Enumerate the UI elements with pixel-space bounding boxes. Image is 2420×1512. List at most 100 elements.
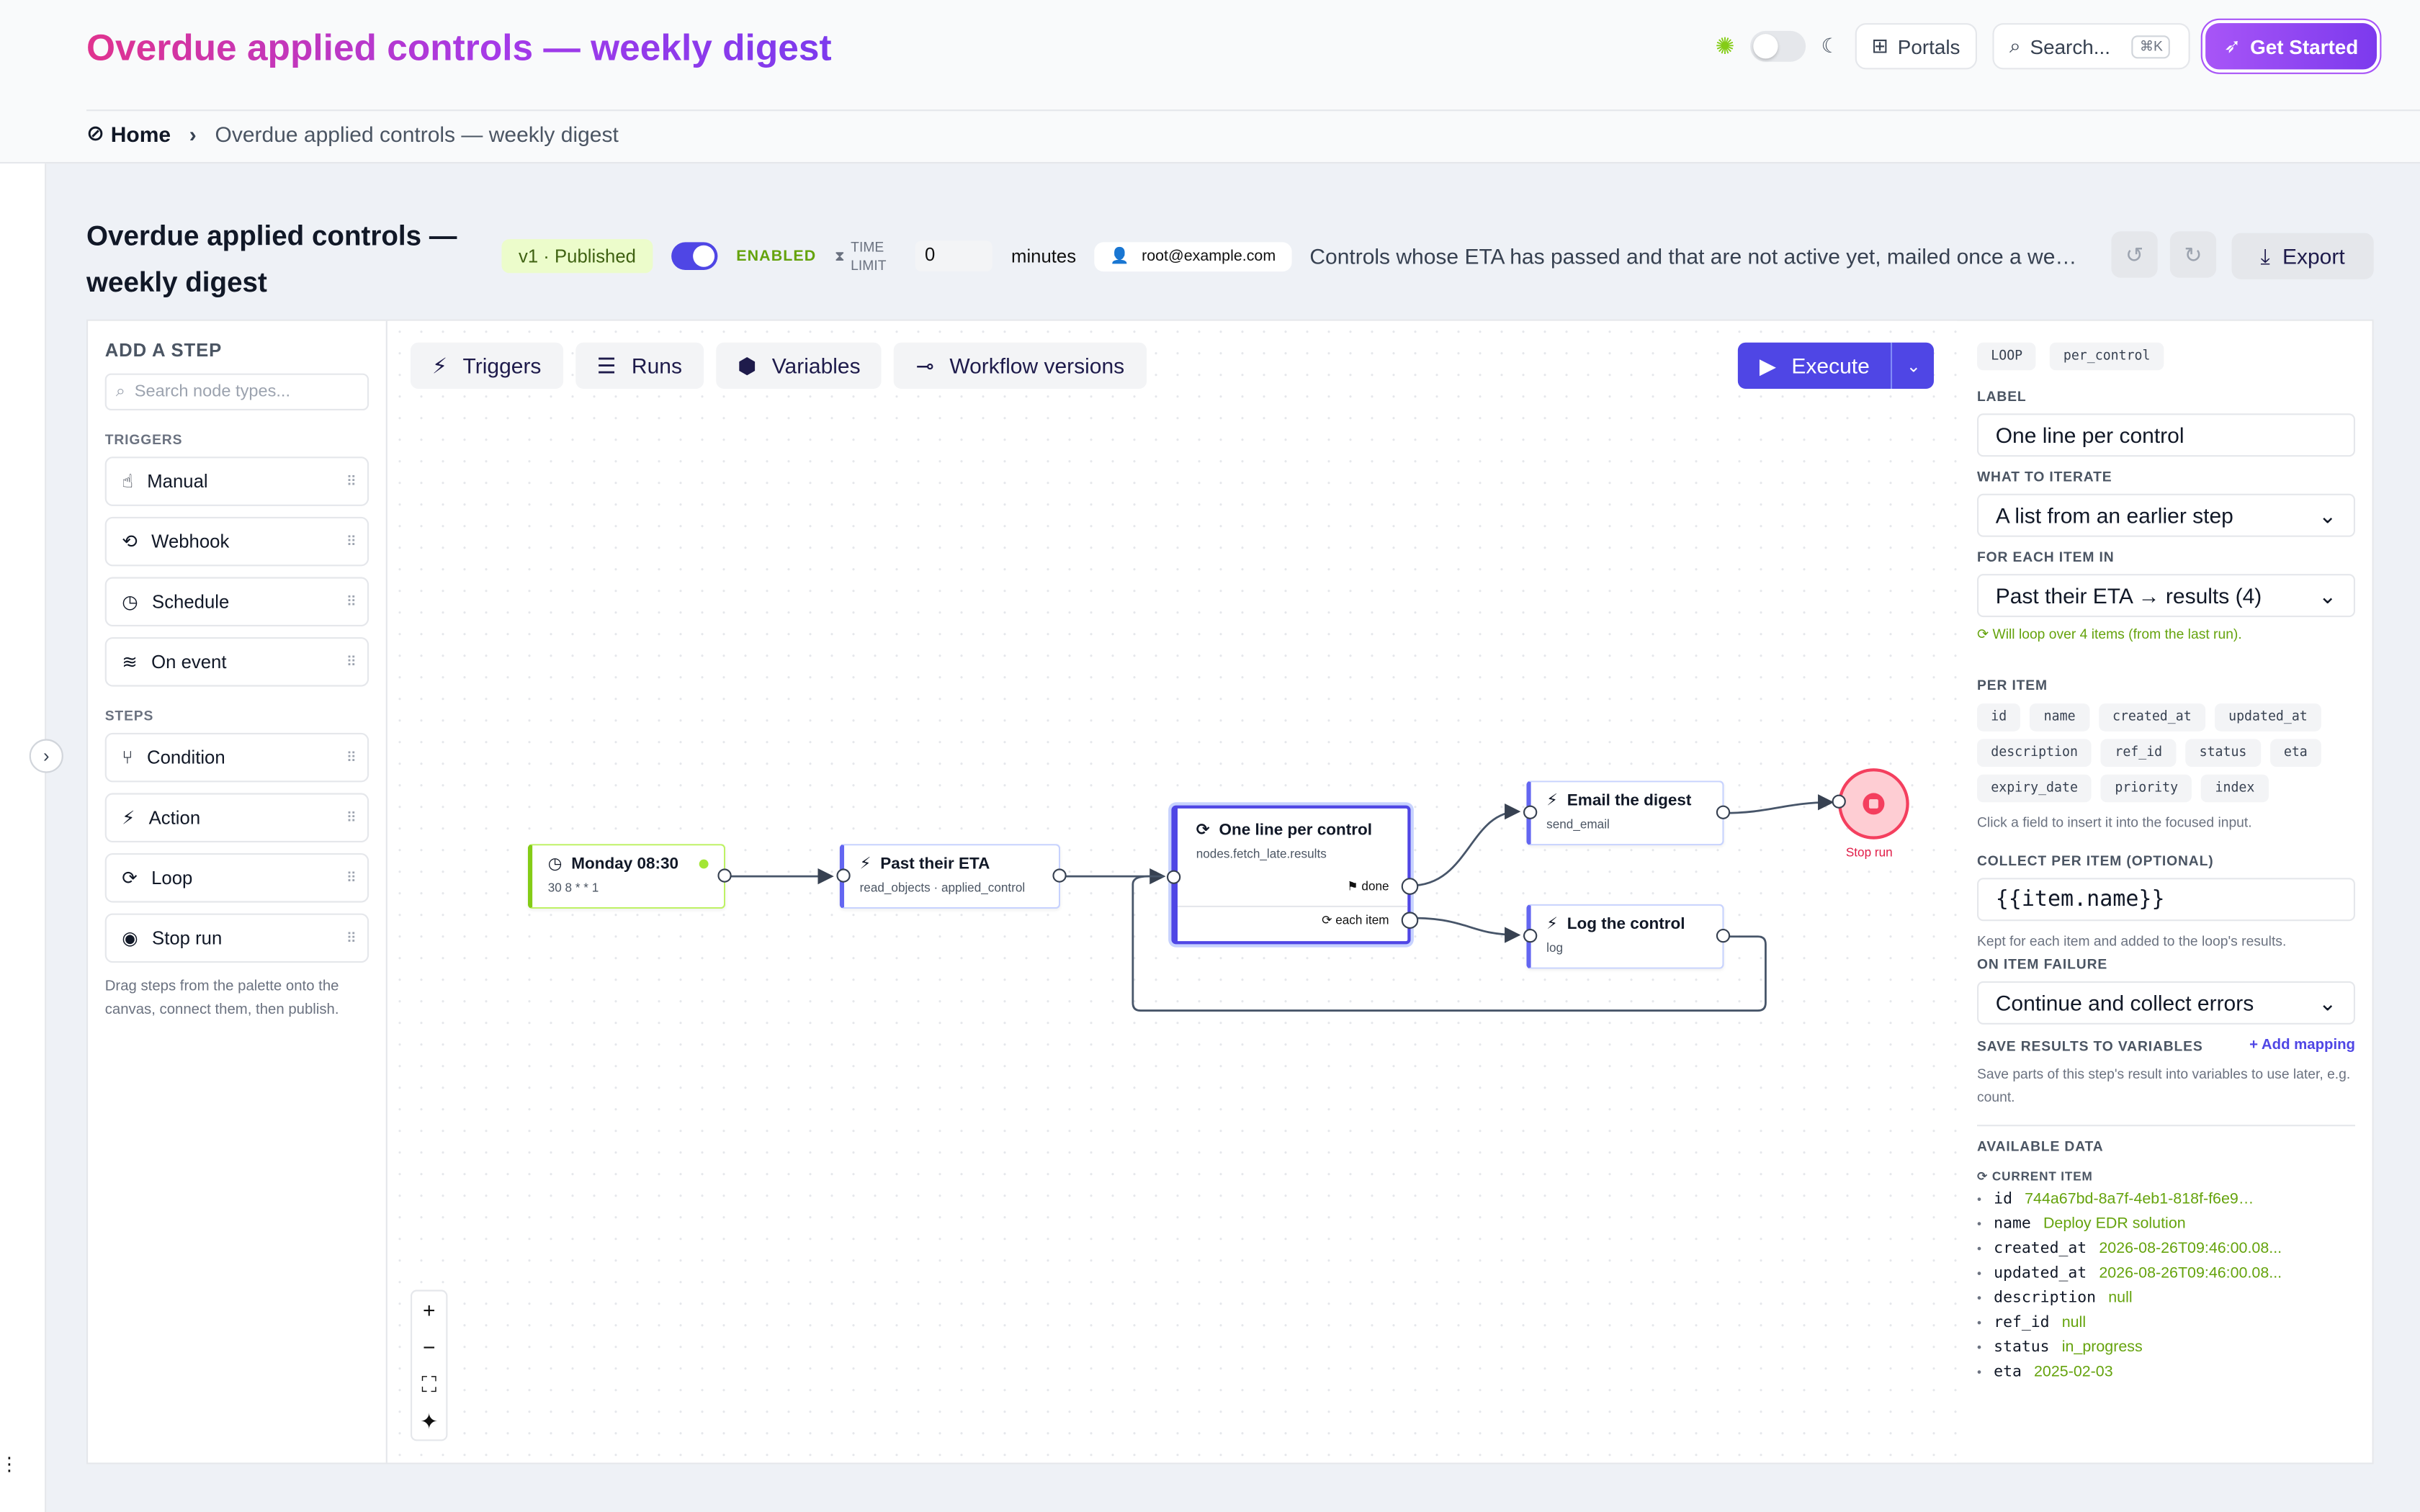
failure-select[interactable]: Continue and collect errors ⌄: [1977, 981, 2355, 1025]
label-input[interactable]: One line per control: [1977, 413, 2355, 457]
palette-item-label: Action: [148, 806, 201, 829]
palette-item-stop-run[interactable]: ◉ Stop run ⠿: [104, 913, 369, 963]
search-button[interactable]: ⌕ Search... ⌘K: [1992, 23, 2190, 70]
drag-handle-icon[interactable]: ⠿: [346, 534, 357, 551]
workflow-description[interactable]: Controls whose ETA has passed and that a…: [1309, 244, 2081, 269]
input-port[interactable]: [836, 868, 851, 883]
bullet: •: [1977, 1192, 1982, 1207]
iterate-select[interactable]: A list from an earlier step ⌄: [1977, 493, 2355, 537]
drag-handle-icon[interactable]: ⠿: [346, 810, 357, 827]
tab-workflow-versions[interactable]: ⊸ Workflow versions: [894, 342, 1147, 389]
each-item-port[interactable]: [1401, 912, 1419, 929]
triggers-heading: TRIGGERS: [104, 432, 183, 448]
field-chip[interactable]: updated_at: [2214, 703, 2322, 732]
current-item-row[interactable]: • created_at 2026-08-26T09:46:00.08...: [1977, 1241, 2355, 1258]
output-port[interactable]: [1052, 868, 1067, 883]
field-chip[interactable]: id: [1977, 703, 2021, 732]
breadcrumb-home[interactable]: ⊘ Home: [86, 120, 171, 146]
field-chip[interactable]: eta: [2269, 739, 2322, 767]
field-chip[interactable]: created_at: [2098, 703, 2205, 732]
node-log[interactable]: ⚡ Log the control log: [1523, 904, 1731, 969]
tab-triggers[interactable]: ⚡ Triggers: [411, 342, 563, 389]
execute-dropdown-button[interactable]: ⌄: [1891, 342, 1935, 389]
input-port[interactable]: [1832, 794, 1846, 809]
node-id-chip[interactable]: per_control: [2049, 342, 2164, 371]
workflow-canvas[interactable]: ⚡ Triggers ☰ Runs ⬢ Variables ⊸ Workflow ver…: [389, 320, 1958, 1463]
current-item-row[interactable]: • updated_at 2026-08-26T09:46:00.08...: [1977, 1265, 2355, 1282]
redo-button[interactable]: ↻: [2169, 231, 2217, 278]
history-controls: ↺ ↻: [2111, 231, 2217, 278]
palette-item-action[interactable]: ⚡ Action ⠿: [104, 793, 369, 842]
export-button[interactable]: ⤓ Export: [2231, 233, 2374, 279]
output-port[interactable]: [1716, 929, 1731, 943]
drag-handle-icon[interactable]: ⠿: [346, 870, 357, 888]
theme-toggle[interactable]: [1749, 30, 1806, 62]
collect-input[interactable]: {{item.name}}: [1977, 878, 2355, 922]
zoom-out-button[interactable]: −: [412, 1328, 446, 1365]
version-badge[interactable]: v1 · Published: [501, 239, 653, 274]
node-title: Past their ETA: [880, 855, 990, 873]
current-item-row[interactable]: • description null: [1977, 1290, 2355, 1307]
current-item-row[interactable]: • status in_progress: [1977, 1339, 2355, 1356]
field-chip[interactable]: name: [2030, 703, 2089, 732]
field-chip[interactable]: index: [2201, 774, 2269, 803]
node-subtitle: send_email: [1546, 817, 1610, 832]
drag-handle-icon[interactable]: ⠿: [346, 654, 357, 672]
search-icon: ⌕: [2009, 34, 2021, 58]
output-port[interactable]: [717, 868, 732, 883]
zoom-in-button[interactable]: +: [412, 1292, 446, 1328]
input-port[interactable]: [1167, 870, 1181, 884]
owner-select[interactable]: 👤 root@example.com: [1094, 241, 1291, 271]
tab-runs[interactable]: ☰ Runs: [575, 342, 704, 389]
current-item-heading-text: CURRENT ITEM: [1991, 1169, 2093, 1184]
bolt-icon: ⚡: [432, 352, 448, 377]
palette-item-manual[interactable]: ☝ Manual ⠿: [104, 456, 369, 506]
undo-button[interactable]: ↺: [2111, 231, 2158, 278]
palette-item-webhook[interactable]: ⟲ Webhook ⠿: [104, 516, 369, 567]
hand-pointer-icon: ☝: [122, 470, 133, 492]
drag-handle-icon[interactable]: ⠿: [346, 474, 357, 491]
more-icon[interactable]: ⋮: [0, 1454, 19, 1475]
palette-item-schedule[interactable]: ◷ Schedule ⠿: [104, 577, 369, 626]
search-placeholder: Search...: [2030, 35, 2110, 58]
palette-item-condition[interactable]: ⑂ Condition ⠿: [104, 732, 369, 783]
enabled-toggle[interactable]: [671, 242, 718, 270]
input-port[interactable]: [1523, 929, 1538, 943]
field-chip[interactable]: expiry_date: [1977, 774, 2092, 803]
field-chip[interactable]: status: [2185, 739, 2261, 767]
auto-layout-button[interactable]: ✦: [412, 1403, 446, 1439]
drag-handle-icon[interactable]: ⠿: [346, 930, 357, 948]
current-item-row[interactable]: • ref_id null: [1977, 1315, 2355, 1332]
sun-icon: ✺: [1715, 34, 1735, 60]
current-item-row[interactable]: • name Deploy EDR solution: [1977, 1216, 2355, 1233]
done-port[interactable]: [1401, 878, 1419, 895]
execute-button[interactable]: ▶ Execute: [1737, 342, 1891, 389]
field-chip[interactable]: description: [1977, 739, 2092, 767]
output-port[interactable]: [1716, 805, 1731, 819]
field-chip[interactable]: ref_id: [2101, 739, 2177, 767]
drag-handle-icon[interactable]: ⠿: [346, 750, 357, 767]
palette-search-input[interactable]: ⌕ Search node types...: [104, 373, 369, 410]
current-item-heading: ⟳ CURRENT ITEM: [1977, 1169, 2355, 1183]
fit-view-button[interactable]: ⛶: [412, 1365, 446, 1402]
get-started-button[interactable]: ➶ Get Started: [2205, 23, 2377, 70]
node-trigger[interactable]: ◷ Monday 08:30 30 8 * * 1: [527, 844, 732, 909]
palette-item-loop[interactable]: ⟳ Loop ⠿: [104, 853, 369, 903]
time-limit-input[interactable]: 0: [915, 240, 993, 272]
node-fetch[interactable]: ⚡ Past their ETA read_objects · applied_c…: [836, 844, 1067, 909]
node-title: Log the control: [1567, 914, 1685, 934]
field-chip[interactable]: priority: [2101, 774, 2192, 803]
current-item-row[interactable]: • id 744a67bd-8a7f-4eb1-818f-f6e926...: [1977, 1191, 2355, 1208]
add-mapping-button[interactable]: + Add mapping: [2249, 1037, 2355, 1054]
node-loop[interactable]: ⟳ One line per control nodes.fetch_late.r…: [1167, 805, 1419, 945]
node-email[interactable]: ⚡ Email the digest send_email: [1523, 780, 1731, 846]
tab-variables[interactable]: ⬢ Variables: [716, 342, 882, 389]
input-port[interactable]: [1523, 805, 1538, 819]
node-stop-run[interactable]: [1832, 768, 1909, 840]
for-each-select[interactable]: Past their ETA → results (4) ⌄: [1977, 574, 2355, 618]
current-item-row[interactable]: • eta 2025-02-03: [1977, 1364, 2355, 1381]
sidebar-expand-button[interactable]: ›: [29, 739, 63, 773]
drag-handle-icon[interactable]: ⠿: [346, 594, 357, 611]
palette-item-on-event[interactable]: ≋ On event ⠿: [104, 637, 369, 687]
portals-button[interactable]: ⊞ Portals: [1854, 23, 1978, 70]
